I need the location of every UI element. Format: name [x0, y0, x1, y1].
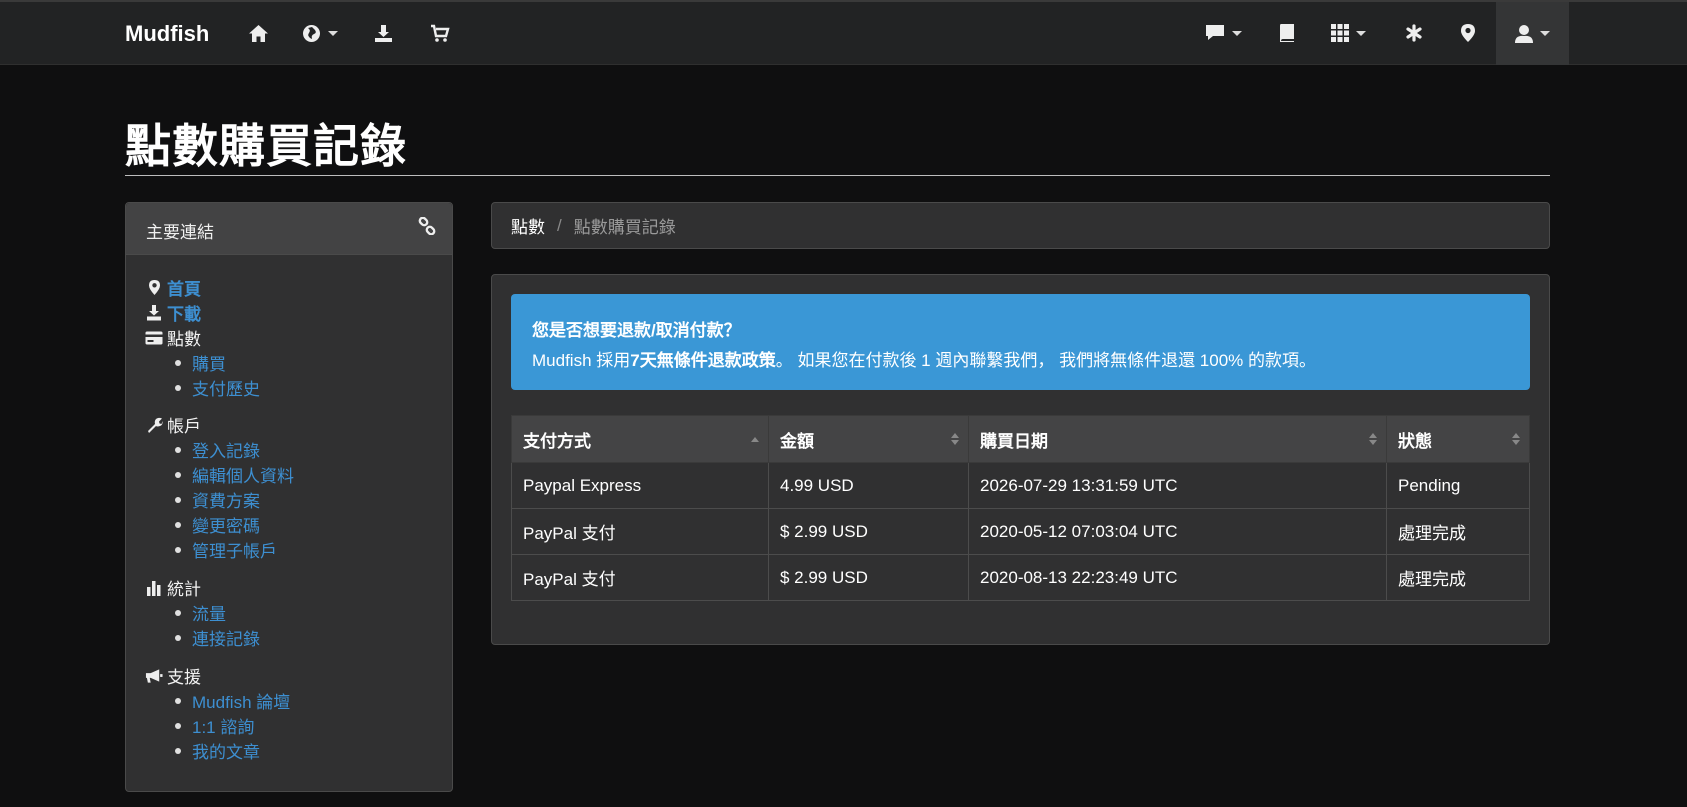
book-icon[interactable] [1278, 20, 1296, 46]
sidebar-item-consult[interactable]: 1:1 諮詢 [175, 713, 254, 738]
cell-status: 處理完成 [1386, 554, 1530, 601]
sidebar-section-label: 帳戶 [167, 417, 201, 436]
cell-date: 2020-08-13 22:23:49 UTC [968, 554, 1387, 601]
sidebar-item-home[interactable]: 首頁 [145, 275, 201, 300]
cell-method: PayPal 支付 [511, 508, 769, 555]
sidebar-panel: 主要連結 首頁 下載 點數 購買 支付歷史 帳戶 登入記錄 編輯個人資料 資費方… [125, 202, 453, 792]
sidebar-item-download[interactable]: 下載 [145, 300, 201, 325]
breadcrumb-separator: / [557, 215, 562, 235]
sidebar-section-label: 點數 [167, 330, 201, 349]
column-header-label: 金額 [780, 431, 814, 451]
home-icon[interactable] [248, 20, 269, 46]
cell-date: 2020-05-12 07:03:04 UTC [968, 508, 1387, 555]
column-header-date[interactable]: 購買日期 [968, 415, 1387, 463]
page-title: 點數購買記錄 [125, 120, 407, 172]
breadcrumb-current: 點數購買記錄 [573, 218, 676, 237]
top-navbar: Mudfish [0, 0, 1687, 65]
sidebar-item-edit-profile[interactable]: 編輯個人資料 [175, 462, 294, 487]
column-header-status[interactable]: 狀態 [1386, 415, 1530, 463]
map-marker-icon[interactable] [1460, 20, 1476, 46]
alert-title: 您是否想要退款/取消付款？ [532, 321, 741, 340]
sidebar-item-label[interactable]: 首頁 [167, 275, 201, 300]
map-marker-icon [145, 279, 163, 297]
sidebar-title: 主要連結 [146, 223, 214, 242]
alert-body-policy: 7天無條件退款政策 [630, 351, 776, 370]
sidebar-item-label[interactable]: 下載 [167, 300, 201, 325]
asterisk-icon[interactable] [1405, 20, 1423, 46]
breadcrumb-home[interactable]: 點數 [511, 213, 545, 238]
breadcrumb: 點數 / 點數購買記錄 [491, 202, 1550, 249]
sidebar-section-label: 統計 [167, 580, 201, 599]
purchase-history-panel: 您是否想要退款/取消付款？ Mudfish 採用7天無條件退款政策。 如果您在付… [491, 274, 1550, 645]
sidebar-section-label: 支援 [167, 668, 201, 687]
cart-icon[interactable] [430, 20, 450, 46]
brand-logo[interactable]: Mudfish [125, 21, 209, 47]
sidebar-section-support: 支援 [145, 663, 201, 688]
refund-alert: 您是否想要退款/取消付款？ Mudfish 採用7天無條件退款政策。 如果您在付… [511, 294, 1530, 390]
sidebar-item-login-log[interactable]: 登入記錄 [175, 437, 260, 462]
sort-asc-icon [751, 437, 759, 449]
column-header-method[interactable]: 支付方式 [511, 415, 769, 463]
sort-icon [1369, 433, 1377, 445]
cell-method: PayPal 支付 [511, 554, 769, 601]
alert-body: Mudfish 採用7天無條件退款政策。 如果您在付款後 1 週內聯繫我們， 我… [532, 346, 1316, 371]
cell-status: 處理完成 [1386, 508, 1530, 555]
sort-icon [1512, 433, 1520, 445]
sidebar-item-connection-log[interactable]: 連接記錄 [175, 625, 260, 650]
cell-date: 2026-07-29 13:31:59 UTC [968, 462, 1387, 509]
column-header-amount[interactable]: 金額 [768, 415, 969, 463]
grid-icon[interactable] [1331, 20, 1366, 46]
link-icon [418, 216, 436, 240]
sidebar-item-plans[interactable]: 資費方案 [175, 487, 260, 512]
sidebar-section-stats: 統計 [145, 575, 201, 600]
sidebar-item-purchase[interactable]: 購買 [175, 350, 226, 375]
cell-status: Pending [1386, 462, 1530, 509]
sidebar-header: 主要連結 [126, 203, 452, 255]
sidebar-item-traffic[interactable]: 流量 [175, 600, 226, 625]
sidebar-section-credits: 點數 [145, 325, 201, 350]
bar-chart-icon [145, 579, 163, 597]
globe-icon[interactable] [302, 20, 338, 46]
download-icon [145, 304, 163, 322]
cell-method: Paypal Express [511, 462, 769, 509]
sidebar-item-forum[interactable]: Mudfish 論壇 [175, 688, 290, 713]
sidebar-section-account: 帳戶 [145, 412, 201, 437]
table-row: PayPal 支付 $ 2.99 USD 2020-08-13 22:23:49… [511, 554, 1530, 601]
cell-amount: $ 2.99 USD [768, 508, 969, 555]
user-menu[interactable] [1496, 2, 1569, 65]
cell-amount: $ 2.99 USD [768, 554, 969, 601]
table-row: Paypal Express 4.99 USD 2026-07-29 13:31… [511, 462, 1530, 509]
column-header-label: 購買日期 [980, 431, 1048, 451]
sidebar-item-sub-accounts[interactable]: 管理子帳戶 [175, 537, 277, 562]
column-header-label: 狀態 [1398, 431, 1432, 451]
sidebar-item-my-posts[interactable]: 我的文章 [175, 738, 260, 763]
wrench-icon [145, 416, 163, 434]
chat-icon[interactable] [1205, 20, 1242, 46]
payment-table: 支付方式 金額 購買日期 狀態 Paypal Express 4.99 USD … [511, 415, 1530, 601]
bullhorn-icon [145, 667, 163, 685]
sidebar-item-payment-history[interactable]: 支付歷史 [175, 375, 260, 400]
credit-card-icon [145, 329, 163, 347]
title-divider [125, 175, 1550, 176]
cell-amount: 4.99 USD [768, 462, 969, 509]
sort-icon [951, 433, 959, 445]
alert-body-prefix: Mudfish 採用 [532, 351, 631, 370]
download-icon[interactable] [374, 20, 393, 46]
alert-body-suffix: 。 如果您在付款後 1 週內聯繫我們， 我們將無條件退還 100% 的款項。 [775, 351, 1316, 370]
column-header-label: 支付方式 [523, 431, 591, 451]
user-icon[interactable] [1515, 20, 1550, 46]
table-row: PayPal 支付 $ 2.99 USD 2020-05-12 07:03:04… [511, 508, 1530, 555]
sidebar-item-change-password[interactable]: 變更密碼 [175, 512, 260, 537]
